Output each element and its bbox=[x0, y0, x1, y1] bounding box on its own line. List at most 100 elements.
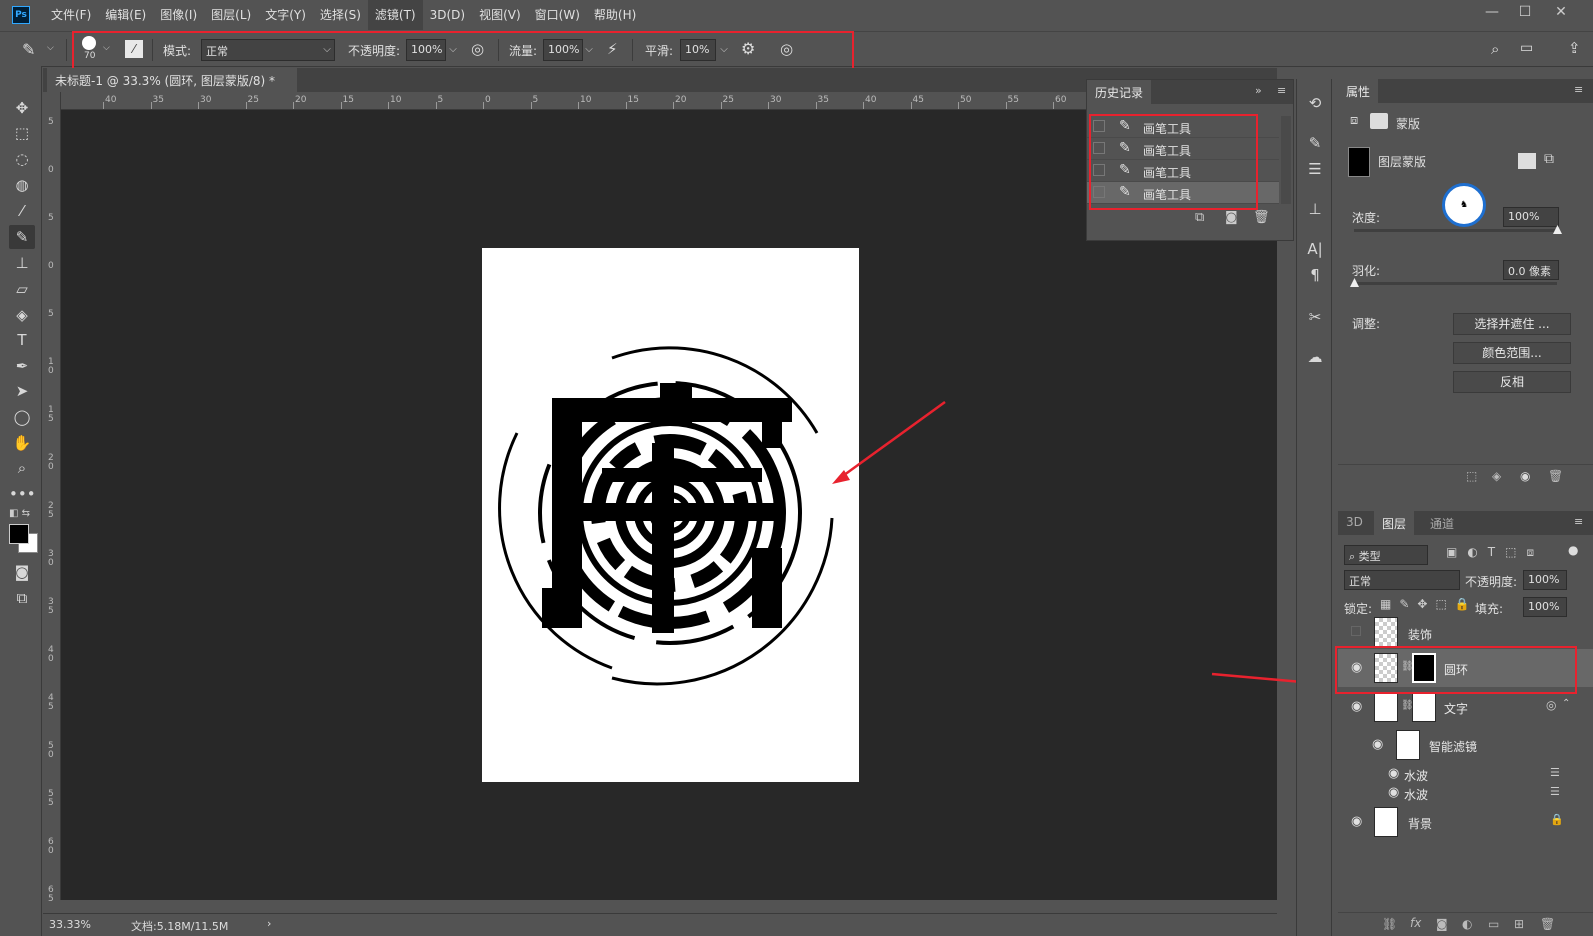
menu-image[interactable]: 图像(I) bbox=[153, 0, 204, 30]
foreground-color-swatch[interactable] bbox=[9, 524, 29, 544]
history-panel-icon[interactable]: ⟲ bbox=[1303, 91, 1327, 115]
color-range-button[interactable]: 颜色范围... bbox=[1453, 342, 1571, 364]
adjustment-layer-icon[interactable]: ◐ bbox=[1462, 917, 1472, 931]
apply-mask-icon[interactable]: ◈ bbox=[1492, 469, 1501, 483]
blend-mode-select[interactable]: 正常 bbox=[1344, 570, 1460, 590]
filter-blend-options-icon[interactable]: ☰ bbox=[1550, 766, 1560, 779]
paragraph-icon[interactable]: ¶ bbox=[1303, 263, 1327, 287]
feather-input[interactable]: 0.0 像素 bbox=[1503, 260, 1559, 280]
trash-icon[interactable]: 🗑 bbox=[1540, 917, 1555, 931]
folder-icon[interactable]: ▭ bbox=[1488, 917, 1499, 931]
feather-slider[interactable] bbox=[1354, 282, 1557, 285]
load-selection-icon[interactable]: ⬚ bbox=[1466, 469, 1477, 483]
libraries-icon[interactable]: ☁ bbox=[1303, 345, 1327, 369]
pen-tool-icon[interactable]: ✒ bbox=[9, 354, 35, 378]
trash-icon[interactable]: 🗑 bbox=[1253, 210, 1270, 225]
document-tab[interactable]: 未标题-1 @ 33.3% (圆环, 图层蒙版/8) * × bbox=[47, 68, 297, 103]
menu-help[interactable]: 帮助(H) bbox=[587, 0, 643, 30]
add-mask-icon[interactable]: ◙ bbox=[1436, 917, 1448, 931]
layer-filter-select[interactable]: ⌕ 类型 bbox=[1344, 545, 1428, 565]
lasso-tool-icon[interactable]: ◌ bbox=[9, 147, 35, 171]
paint-bucket-tool-icon[interactable]: ◈ bbox=[9, 303, 35, 327]
link-layers-icon[interactable]: ⛓ bbox=[1382, 917, 1397, 931]
vector-mask-icon[interactable]: ⧉ bbox=[1544, 151, 1554, 167]
ellipse-tool-icon[interactable]: ◯ bbox=[9, 405, 35, 429]
layer-row[interactable]: ◉ 背景 🔒 bbox=[1338, 803, 1593, 841]
menu-filter[interactable]: 滤镜(T) bbox=[367, 0, 423, 30]
select-mask-icon[interactable] bbox=[1518, 153, 1536, 169]
workspace-icon[interactable]: ▭ bbox=[1520, 40, 1533, 56]
tab-3d[interactable]: 3D bbox=[1338, 511, 1371, 535]
clone-source-icon[interactable]: ⊥ bbox=[1303, 197, 1327, 221]
quick-select-tool-icon[interactable]: ◍ bbox=[9, 173, 35, 197]
default-colors-icon[interactable]: ◧ ⇆ bbox=[9, 508, 30, 519]
photoshop-logo-icon[interactable]: Ps bbox=[12, 6, 30, 24]
screen-mode-icon[interactable]: ⧉ bbox=[9, 586, 35, 610]
filter-blend-options-icon[interactable]: ☰ bbox=[1550, 785, 1560, 798]
move-tool-icon[interactable]: ✥ bbox=[9, 96, 35, 120]
tab-history[interactable]: 历史记录 bbox=[1087, 80, 1152, 104]
search-icon[interactable]: ⌕ bbox=[1491, 40, 1499, 58]
path-select-tool-icon[interactable]: ➤ bbox=[9, 379, 35, 403]
minimize-icon[interactable]: — bbox=[1476, 0, 1508, 28]
chevron-up-icon[interactable]: ⌃ bbox=[1562, 698, 1570, 709]
eraser-tool-icon[interactable]: ▱ bbox=[9, 277, 35, 301]
brush-tool-preset-icon[interactable]: ✎ bbox=[22, 40, 35, 59]
eye-icon[interactable]: ◉ bbox=[1372, 737, 1383, 752]
pixel-mask-icon[interactable]: ⧈ bbox=[1350, 113, 1358, 128]
marquee-tool-icon[interactable]: ⬚ bbox=[9, 121, 35, 145]
close-icon[interactable]: ✕ bbox=[1545, 0, 1577, 28]
density-slider[interactable] bbox=[1354, 229, 1557, 232]
new-document-from-state-icon[interactable]: ⧉ bbox=[1195, 210, 1204, 225]
chevron-down-icon[interactable]: ⌵ bbox=[47, 43, 54, 53]
more-tools-icon[interactable]: ••• bbox=[9, 482, 36, 506]
maximize-icon[interactable]: ☐ bbox=[1509, 0, 1541, 28]
filter-row[interactable]: ◉ 水波 ☰ bbox=[1338, 783, 1593, 803]
lock-icons[interactable]: ▦✎✥⬚🔒 bbox=[1380, 597, 1478, 611]
stamp-tool-icon[interactable]: ⊥ bbox=[9, 251, 35, 275]
trash-icon[interactable]: 🗑 bbox=[1548, 469, 1563, 483]
type-tool-icon[interactable]: T bbox=[9, 328, 35, 352]
menu-type[interactable]: 文字(Y) bbox=[258, 0, 313, 30]
layer-mask-thumbnail[interactable] bbox=[1412, 692, 1436, 722]
tab-channels[interactable]: 通道 bbox=[1422, 511, 1463, 535]
eye-icon[interactable]: ◉ bbox=[1388, 785, 1399, 800]
menu-file[interactable]: 文件(F) bbox=[44, 0, 98, 30]
layer-opacity-input[interactable]: 100% bbox=[1523, 570, 1567, 590]
fx-icon[interactable]: fx bbox=[1410, 916, 1421, 930]
adjustments-icon[interactable]: ☰ bbox=[1303, 157, 1327, 181]
character-icon[interactable]: A| bbox=[1303, 237, 1327, 261]
zoom-level[interactable]: 33.33% bbox=[49, 918, 91, 931]
smart-filter-row[interactable]: ◉ 智能滤镜 bbox=[1338, 726, 1593, 764]
eye-icon[interactable]: ◉ bbox=[1351, 699, 1362, 714]
density-input[interactable]: 100% bbox=[1503, 207, 1559, 227]
panel-menu-icon[interactable]: ≡ bbox=[1574, 515, 1583, 528]
menu-select[interactable]: 选择(S) bbox=[313, 0, 368, 30]
eye-icon[interactable]: ◉ bbox=[1351, 814, 1362, 829]
new-layer-icon[interactable]: ⊞ bbox=[1514, 917, 1524, 931]
panel-menu-icon[interactable]: ≡ bbox=[1574, 83, 1583, 96]
menu-edit[interactable]: 编辑(E) bbox=[98, 0, 153, 30]
eye-icon[interactable]: ◉ bbox=[1520, 469, 1530, 483]
history-scrollbar[interactable] bbox=[1281, 116, 1291, 204]
filter-row[interactable]: ◉ 水波 ☰ bbox=[1338, 764, 1593, 784]
tab-properties[interactable]: 属性 bbox=[1338, 79, 1379, 103]
invert-button[interactable]: 反相 bbox=[1453, 371, 1571, 393]
panel-collapse-icon[interactable]: » bbox=[1255, 84, 1262, 97]
layer-filter-icons[interactable]: ▣◐T⬚⧈ bbox=[1446, 545, 1544, 560]
share-icon[interactable]: ⇪ bbox=[1568, 39, 1581, 57]
tools-icon[interactable]: ✂ bbox=[1303, 305, 1327, 329]
document-canvas[interactable] bbox=[482, 248, 859, 782]
panel-menu-icon[interactable]: ≡ bbox=[1277, 84, 1286, 97]
eyedropper-tool-icon[interactable]: ⁄ bbox=[9, 199, 35, 223]
hand-tool-icon[interactable]: ✋ bbox=[9, 431, 35, 455]
filter-toggle-icon[interactable]: ● bbox=[1568, 543, 1578, 557]
zoom-tool-icon[interactable]: ⌕ bbox=[9, 456, 35, 480]
camera-icon[interactable]: ◙ bbox=[1225, 210, 1238, 225]
brush-tool-icon[interactable]: ✎ bbox=[9, 225, 35, 249]
menu-3d[interactable]: 3D(D) bbox=[423, 0, 472, 30]
visibility-toggle[interactable] bbox=[1351, 626, 1361, 636]
menu-layer[interactable]: 图层(L) bbox=[204, 0, 258, 30]
tab-layers[interactable]: 图层 bbox=[1374, 511, 1415, 535]
menu-view[interactable]: 视图(V) bbox=[472, 0, 528, 30]
